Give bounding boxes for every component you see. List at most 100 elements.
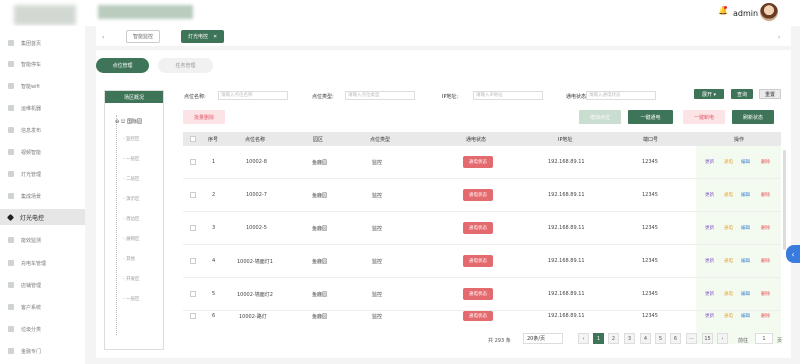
- expand-button[interactable]: 展开 ▾: [694, 89, 724, 99]
- tree-node[interactable]: - 其他: [123, 256, 135, 262]
- bell-icon[interactable]: 🔔: [718, 6, 728, 15]
- tree-node[interactable]: - 展销区: [123, 236, 140, 242]
- sidebar-item[interactable]: 充电车管理: [0, 255, 85, 271]
- table-row[interactable]: 6 10002-路灯 鱼鹿园 监控 通电状态 192.168.89.11 123…: [183, 311, 781, 333]
- sidebar-item[interactable]: 智能wifi: [0, 78, 85, 94]
- power-off-all-button[interactable]: 一键断电: [683, 110, 725, 124]
- delete-link[interactable]: 删除: [761, 225, 770, 231]
- update-link[interactable]: 更新: [705, 258, 714, 264]
- table-row[interactable]: 2 10002-7 鱼鹿园 监控 通电状态 192.168.89.11 1234…: [183, 179, 781, 212]
- delete-link[interactable]: 删除: [761, 291, 770, 297]
- tree-node[interactable]: - 周边区: [123, 216, 140, 222]
- sidebar-item[interactable]: 视频智能: [0, 144, 85, 160]
- sidebar-item[interactable]: 能效监测: [0, 232, 85, 248]
- sidebar-item[interactable]: 集成场景: [0, 188, 85, 204]
- user-name[interactable]: admin: [733, 9, 758, 18]
- edit-link[interactable]: 编辑: [741, 192, 750, 198]
- power-link[interactable]: 通电: [724, 258, 733, 264]
- update-link[interactable]: 更新: [705, 159, 714, 165]
- tab-point-management[interactable]: 点位管理: [96, 58, 149, 73]
- sidebar-item[interactable]: 灯光管理: [0, 166, 85, 182]
- page-button[interactable]: 6: [670, 333, 681, 344]
- update-link[interactable]: 更新: [705, 225, 714, 231]
- tree-guide-line: [116, 115, 117, 335]
- page-ellipsis[interactable]: ···: [686, 333, 697, 344]
- search-button[interactable]: 查询: [731, 89, 753, 99]
- status-input[interactable]: 请输入通电状态: [586, 91, 656, 100]
- tab-monitoring[interactable]: 智能监控: [126, 30, 161, 43]
- edit-link[interactable]: 编辑: [741, 291, 750, 297]
- sidebar-item[interactable]: 店铺管理: [0, 277, 85, 293]
- close-icon[interactable]: ✕: [213, 34, 217, 40]
- type-input[interactable]: 请输入点位类型: [345, 91, 415, 100]
- chevron-left-icon[interactable]: ‹: [786, 245, 800, 263]
- select-all-checkbox[interactable]: [190, 136, 196, 142]
- delete-link[interactable]: 删除: [761, 258, 770, 264]
- table-row[interactable]: 3 10002-5 鱼鹿园 监控 通电状态 192.168.89.11 1234…: [183, 212, 781, 245]
- reset-button[interactable]: 重置: [759, 89, 781, 99]
- update-link[interactable]: 更新: [705, 291, 714, 297]
- tree-root[interactable]: ⊖ ⛫ 国际园: [115, 118, 142, 126]
- name-input[interactable]: 请输入点位名称: [218, 91, 288, 100]
- tab-task-management[interactable]: 任务管理: [158, 58, 213, 73]
- row-checkbox[interactable]: [190, 258, 196, 264]
- chevron-left-icon[interactable]: ‹: [102, 34, 104, 41]
- sidebar-item[interactable]: 信息发布: [0, 122, 85, 138]
- row-checkbox[interactable]: [190, 192, 196, 198]
- power-link[interactable]: 通电: [724, 192, 733, 198]
- power-on-all-button[interactable]: 一键通电: [628, 110, 673, 124]
- batch-delete-button[interactable]: 批量删除: [183, 110, 225, 124]
- update-link[interactable]: 更新: [705, 192, 714, 198]
- table-row[interactable]: 5 10002-墙面灯2 鱼鹿园 监控 通电状态 192.168.89.11 1…: [183, 278, 781, 311]
- edit-link[interactable]: 编辑: [741, 225, 750, 231]
- edit-link[interactable]: 编辑: [741, 258, 750, 264]
- sidebar-item[interactable]: 集团首页: [0, 35, 85, 51]
- tab-light-control[interactable]: 灯光电控 ✕: [181, 30, 225, 43]
- tree-node[interactable]: - 二层区: [123, 176, 140, 182]
- sidebar-item[interactable]: 运维机器: [0, 100, 85, 116]
- sidebar-item[interactable]: 垃圾分类: [0, 321, 85, 337]
- row-checkbox[interactable]: [190, 291, 196, 297]
- edit-link[interactable]: 编辑: [741, 313, 750, 319]
- delete-link[interactable]: 删除: [761, 159, 770, 165]
- row-checkbox[interactable]: [190, 159, 196, 165]
- avatar[interactable]: [760, 3, 778, 21]
- tree-node[interactable]: - 一层区: [123, 156, 140, 162]
- table-row[interactable]: 1 10002-8 鱼鹿园 监控 通电状态 192.168.89.11 1234…: [183, 146, 781, 179]
- table-row[interactable]: 4 10002-墙面灯1 鱼鹿园 监控 通电状态 192.168.89.11 1…: [183, 245, 781, 278]
- update-link[interactable]: 更新: [705, 313, 714, 319]
- total-count: 共 293 条: [488, 338, 511, 344]
- page-button[interactable]: 1: [593, 333, 604, 344]
- ip-input[interactable]: 请输入IP地址: [473, 91, 543, 100]
- next-page-button[interactable]: ›: [717, 333, 728, 344]
- page-button[interactable]: 3: [624, 333, 635, 344]
- page-size-select[interactable]: 20条/页: [523, 333, 563, 344]
- refresh-status-button[interactable]: 刷新状态: [732, 110, 774, 124]
- tree-node[interactable]: - 演示区: [123, 196, 140, 202]
- page-button[interactable]: 5: [655, 333, 666, 344]
- power-link[interactable]: 通电: [724, 159, 733, 165]
- edit-link[interactable]: 编辑: [741, 159, 750, 165]
- prev-page-button[interactable]: ‹: [578, 333, 589, 344]
- sidebar-item[interactable]: 金融专门: [0, 343, 85, 359]
- tree-node[interactable]: - 监控区: [123, 136, 140, 142]
- goto-input[interactable]: 1: [755, 333, 773, 344]
- delete-link[interactable]: 删除: [761, 313, 770, 319]
- row-checkbox[interactable]: [190, 313, 196, 319]
- chevron-right-icon[interactable]: ›: [778, 34, 780, 41]
- tree-node[interactable]: - 一层区: [123, 296, 140, 302]
- delete-link[interactable]: 删除: [761, 192, 770, 198]
- sidebar-item-active[interactable]: 灯光电控: [0, 209, 85, 225]
- add-point-button[interactable]: 增加点位: [579, 110, 621, 124]
- sidebar-item[interactable]: 客户系统: [0, 299, 85, 315]
- sidebar-item[interactable]: 智能停车: [0, 56, 85, 72]
- page-button[interactable]: 2: [608, 333, 619, 344]
- page-button[interactable]: 4: [640, 333, 651, 344]
- power-link[interactable]: 通电: [724, 225, 733, 231]
- power-link[interactable]: 通电: [724, 291, 733, 297]
- power-link[interactable]: 通电: [724, 313, 733, 319]
- row-checkbox[interactable]: [190, 225, 196, 231]
- tree-node[interactable]: - 开发区: [123, 276, 140, 282]
- page-button[interactable]: 15: [702, 333, 713, 344]
- table-scrollbar[interactable]: [783, 150, 786, 250]
